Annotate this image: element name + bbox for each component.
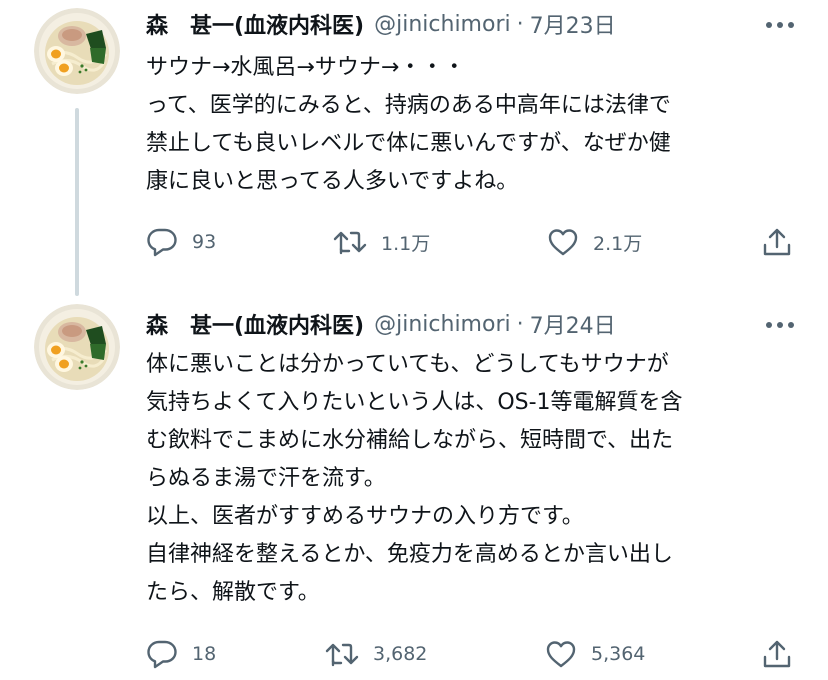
retweet-button[interactable]: 3,682 [325,634,427,674]
separator-dot: · [516,11,524,37]
tweet-2[interactable]: 森 甚一(血液内科医) @jinichimori · 7月24日 体に悪いことは… [0,296,828,680]
tweet-text-line: たら、解散です。 [146,580,320,605]
share-upload-icon [763,228,791,256]
ramen-avatar-image [34,304,120,390]
reply-count: 18 [192,643,217,665]
reply-button[interactable]: 93 [146,222,216,262]
retweet-count: 3,682 [373,643,428,665]
reply-bubble-icon [147,228,177,257]
tweet-header: 森 甚一(血液内科医) @jinichimori · 7月23日 [146,8,616,40]
more-button[interactable] [762,309,798,341]
avatar[interactable] [34,8,120,94]
tweet-actions: 93 1.1万 2.1万 [0,222,828,262]
author-name[interactable]: 森 甚一(血液内科医) [146,8,364,40]
tweet-header: 森 甚一(血液内科医) @jinichimori · 7月24日 [146,308,616,340]
tweet-text-line: 気持ちよくて入りたいという人は、OS-1等電解質を含 [146,390,683,415]
reply-bubble-icon [147,640,177,669]
tweet-text-line: 禁止しても良いレベルで体に悪いんですが、なぜか健 [146,131,671,156]
avatar[interactable] [34,304,120,390]
like-button[interactable]: 2.1万 [547,222,642,262]
heart-icon [546,641,576,668]
more-horizontal-icon [766,22,794,28]
tweet-text-line: 自律神経を整えるとか、免疫力を高めるとか言い出し [146,542,673,567]
share-button[interactable] [761,634,793,674]
tweet-date[interactable]: 7月23日 [530,8,616,40]
like-count: 2.1万 [593,232,643,255]
like-button[interactable]: 5,364 [545,634,645,674]
tweet-text-line: む飲料でこまめに水分補給しながら、短時間で、出た [146,428,674,453]
heart-icon [548,229,578,256]
tweet-1[interactable]: 森 甚一(血液内科医) @jinichimori · 7月23日 サウナ→水風呂… [0,0,828,290]
author-handle[interactable]: @jinichimori [374,12,510,37]
retweet-icon [325,643,359,667]
retweet-icon [333,231,367,255]
tweet-text-line: サウナ→水風呂→サウナ→・・・ [146,55,466,80]
like-count: 5,364 [591,643,646,665]
more-horizontal-icon [766,322,794,328]
more-button[interactable] [762,9,798,41]
share-upload-icon [763,640,791,668]
tweet-text-line: 体に悪いことは分かっていても、どうしてもサウナが [146,352,669,377]
author-handle[interactable]: @jinichimori [374,312,510,337]
tweet-actions: 18 3,682 5,364 [0,634,828,674]
tweet-text-line: って、医学的にみると、持病のある中高年には法律で [146,93,671,118]
tweet-text: サウナ→水風呂→サウナ→・・・ って、医学的にみると、持病のある中高年には法律で… [146,49,806,201]
tweet-text: 体に悪いことは分かっていても、どうしてもサウナが 気持ちよくて入りたいという人は… [146,346,806,612]
tweet-date[interactable]: 7月24日 [530,308,616,340]
retweet-button[interactable]: 1.1万 [333,222,430,262]
tweet-text-line: 以上、医者がすすめるサウナの入り方です。 [146,504,584,529]
share-button[interactable] [761,222,793,262]
reply-button[interactable]: 18 [146,634,216,674]
retweet-count: 1.1万 [381,232,431,255]
tweet-text-line: 康に良いと思ってる人多いですよね。 [146,169,519,194]
reply-count: 93 [192,231,217,253]
author-name[interactable]: 森 甚一(血液内科医) [146,308,364,340]
separator-dot: · [516,311,524,337]
ramen-avatar-image [34,8,120,94]
tweet-text-line: らぬるま湯で汗を流す。 [146,466,386,491]
